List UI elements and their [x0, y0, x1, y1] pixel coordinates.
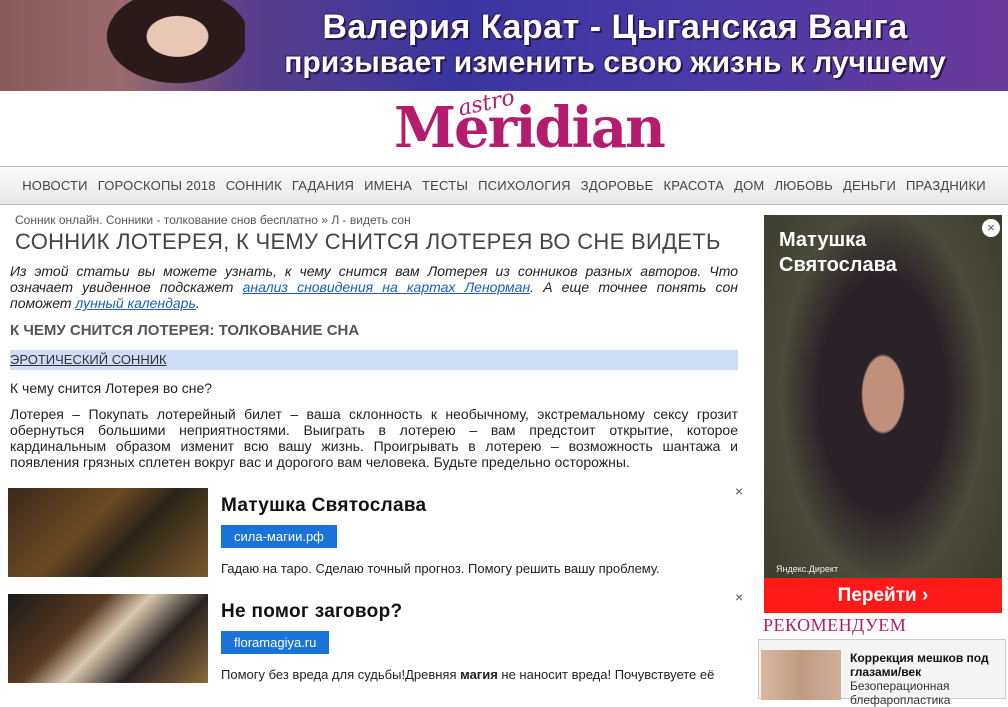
banner-line2: призывает изменить свою жизнь к лучшему — [284, 46, 946, 79]
lenormand-link[interactable]: анализ сновидения на картах Ленорман — [243, 279, 531, 295]
nav-fortune[interactable]: Гадания — [287, 178, 359, 193]
nav-tests[interactable]: Тесты — [417, 178, 473, 193]
nav-love[interactable]: Любовь — [769, 178, 838, 193]
ad-source-label: Яндекс.Директ — [776, 564, 839, 574]
ad-block-2[interactable]: Не помог заговор? floramagiya.ru Помогу … — [8, 589, 748, 686]
recommend-image[interactable] — [761, 650, 841, 700]
main-navigation: Новости Гороскопы 2018 Сонник Гадания Им… — [0, 166, 1008, 205]
ad-headline[interactable]: Не помог заговор? — [221, 601, 402, 623]
recommend-text: Безоперационная блефаропластика — [850, 679, 951, 707]
site-logo[interactable]: astro Meridian — [394, 85, 666, 165]
page-title: Сонник Лотерея, к чему снится лотерея во… — [15, 229, 721, 254]
close-icon[interactable]: × — [735, 589, 743, 605]
recommend-title[interactable]: Коррекция мешков под глазами/век — [850, 651, 1000, 679]
banner-line1: Валерия Карат - Цыганская Ванга — [322, 8, 908, 46]
nav-psychology[interactable]: Психология — [473, 178, 576, 193]
ad-image[interactable] — [8, 488, 208, 577]
ad-text-a: Помогу без вреда для судьбы!Древняя — [221, 667, 461, 682]
ad-text[interactable]: Гадаю на таро. Сделаю точный прогноз. По… — [221, 561, 660, 576]
close-icon[interactable]: × — [735, 483, 743, 499]
section-heading: К чему снится Лотерея: толкование сна — [10, 322, 360, 339]
ad-image[interactable] — [8, 594, 208, 683]
nav-dreambook[interactable]: Сонник — [221, 178, 287, 193]
close-icon[interactable]: × — [982, 219, 1000, 237]
breadcrumb[interactable]: Сонник онлайн. Сонники - толкование снов… — [15, 213, 411, 227]
logo-meridian: Meridian — [394, 95, 666, 161]
ad-headline[interactable]: Матушка Святослава — [221, 495, 426, 517]
recommend-heading: Рекомендуем — [763, 615, 907, 635]
nav-holidays[interactable]: Праздники — [901, 178, 991, 193]
banner-portrait — [95, 0, 245, 91]
dream-source-link[interactable]: Эротический сонник — [10, 350, 738, 370]
nav-health[interactable]: Здоровье — [576, 178, 659, 193]
ad-text[interactable]: Помогу без вреда для судьбы!Древняя маги… — [221, 667, 714, 682]
ad-domain-button[interactable]: floramagiya.ru — [221, 631, 330, 654]
dream-question: К чему снится Лотерея во сне? — [10, 380, 213, 396]
recommend-item[interactable]: Коррекция мешков под глазами/век Безопер… — [758, 639, 1006, 707]
ad-block-1[interactable]: Матушка Святослава сила-магии.рф Гадаю н… — [8, 483, 748, 580]
article-intro: Из этой статьи вы можете узнать, к чему … — [10, 263, 738, 311]
nav-home[interactable]: Дом — [729, 178, 769, 193]
lunar-calendar-link[interactable]: лунный календарь — [75, 295, 195, 311]
ad-text-bold: магия — [460, 667, 498, 682]
ad-text-c: не наносит вреда! Почувствуете её — [497, 667, 715, 682]
nav-names[interactable]: Имена — [359, 178, 417, 193]
nav-money[interactable]: Деньги — [838, 178, 901, 193]
sidebar-ad-headline[interactable]: Матушка Святослава — [779, 228, 939, 278]
nav-beauty[interactable]: Красота — [659, 178, 730, 193]
top-banner-ad[interactable]: Валерия Карат - Цыганская Ванга призывае… — [0, 0, 1008, 91]
go-button[interactable]: Перейти › — [764, 578, 1002, 613]
dream-interpretation: Лотерея – Покупать лотерейный билет – ва… — [10, 406, 738, 470]
ad-domain-button[interactable]: сила-магии.рф — [221, 525, 337, 548]
nav-horoscopes[interactable]: Гороскопы 2018 — [93, 178, 221, 193]
nav-news[interactable]: Новости — [17, 178, 93, 193]
sidebar-ad[interactable]: Матушка Святослава × Яндекс.Директ Перей… — [764, 215, 1002, 613]
intro-text-3: . — [195, 295, 200, 311]
breadcrumb-path[interactable]: Сонник онлайн. Сонники - толкование снов… — [15, 213, 411, 227]
